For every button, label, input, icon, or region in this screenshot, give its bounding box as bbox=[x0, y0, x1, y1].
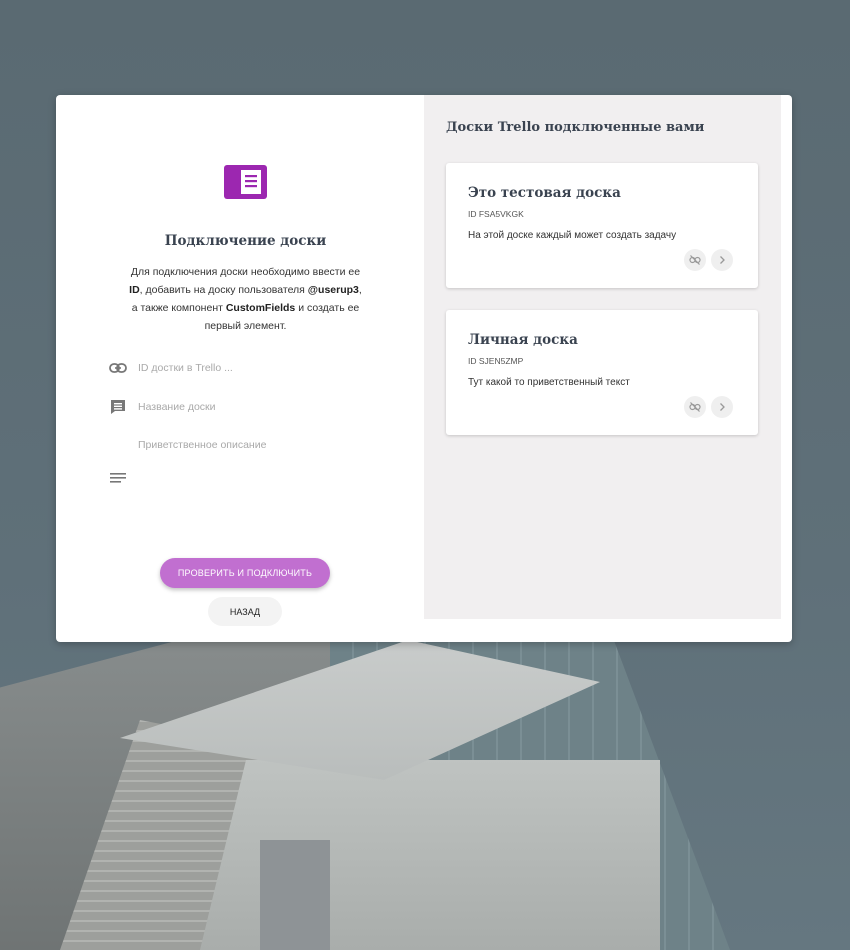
connected-boards-panel: Доски Trello подключенные вами Это тесто… bbox=[424, 95, 781, 619]
board-card: Это тестовая доска ID FSA5VKGK На этой д… bbox=[446, 163, 758, 288]
check-and-connect-button[interactable]: ПРОВЕРИТЬ И ПОДКЛЮЧИТЬ bbox=[160, 558, 330, 588]
board-description: На этой доске каждый может создать задач… bbox=[468, 230, 677, 241]
board-id: ID SJEN5ZMP bbox=[468, 356, 524, 366]
unlink-button[interactable] bbox=[684, 249, 706, 271]
board-id-input[interactable] bbox=[138, 356, 368, 380]
back-button[interactable]: НАЗАД bbox=[208, 597, 282, 626]
page-title: Подключение доски bbox=[164, 233, 327, 249]
board-id-field bbox=[108, 356, 378, 380]
unlink-button[interactable] bbox=[684, 396, 706, 418]
board-name-input[interactable] bbox=[138, 395, 368, 419]
subject-icon bbox=[110, 473, 126, 483]
connected-boards-heading: Доски Trello подключенные вами bbox=[446, 120, 705, 135]
open-board-button[interactable] bbox=[711, 396, 733, 418]
connect-board-dialog: Подключение доски Для подключения доски … bbox=[56, 95, 792, 642]
welcome-description-input[interactable] bbox=[138, 439, 368, 489]
board-card: Личная доска ID SJEN5ZMP Тут какой то пр… bbox=[446, 310, 758, 435]
comment-icon bbox=[111, 400, 125, 414]
board-description: Тут какой то приветственный текст bbox=[468, 377, 630, 388]
board-logo-icon bbox=[224, 165, 267, 199]
chevron-right-icon bbox=[720, 403, 725, 411]
link-off-icon bbox=[689, 255, 701, 265]
link-icon bbox=[109, 363, 127, 373]
board-title: Личная доска bbox=[468, 332, 578, 348]
board-name-field bbox=[108, 395, 378, 419]
link-off-icon bbox=[689, 402, 701, 412]
open-board-button[interactable] bbox=[711, 249, 733, 271]
board-title: Это тестовая доска bbox=[468, 185, 621, 201]
board-id: ID FSA5VKGK bbox=[468, 209, 524, 219]
chevron-right-icon bbox=[720, 256, 725, 264]
connect-form-panel: Подключение доски Для подключения доски … bbox=[56, 95, 424, 642]
connect-description: Для подключения доски необходимо ввести … bbox=[129, 266, 362, 332]
